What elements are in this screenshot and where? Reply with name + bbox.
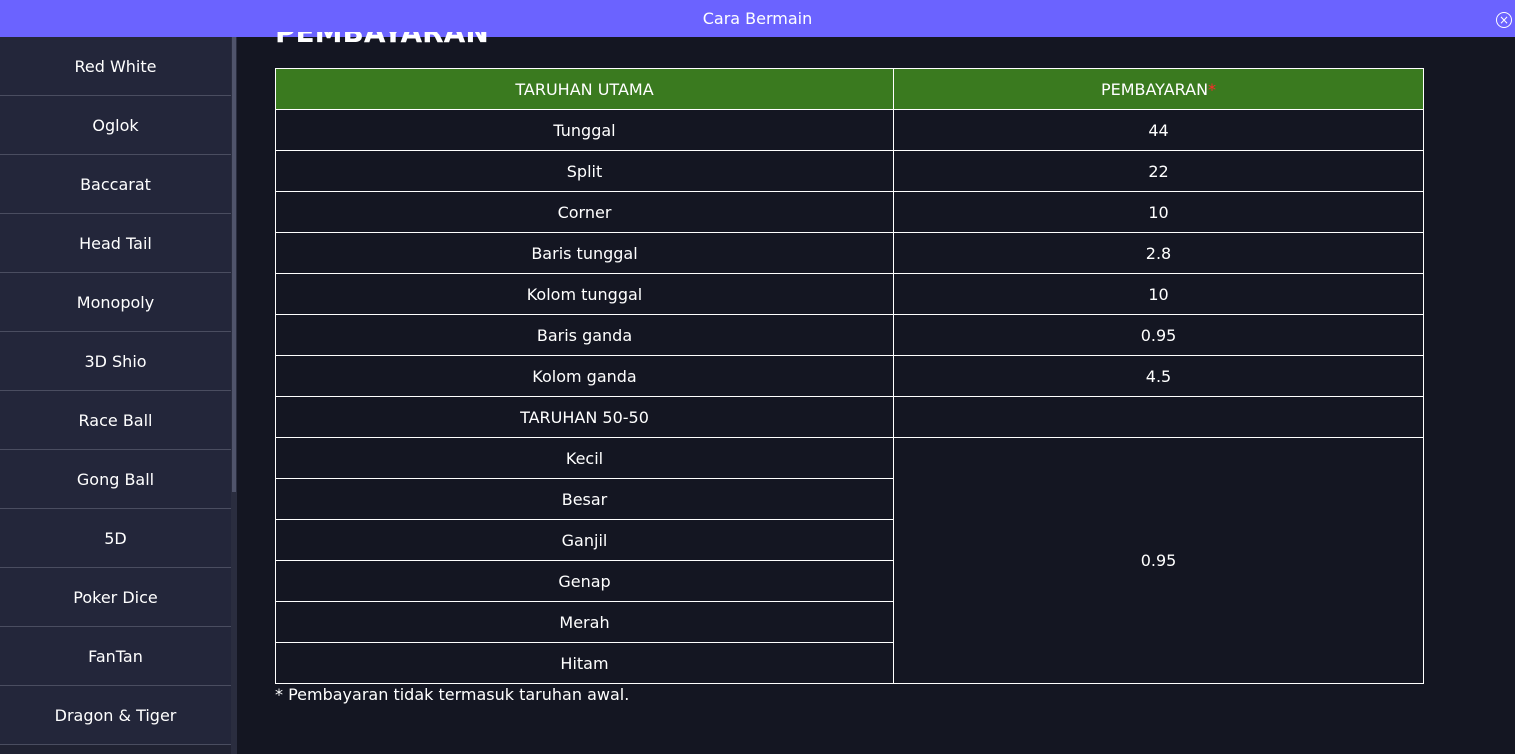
empty-cell	[893, 396, 1424, 438]
table-row: Baris tunggal 2.8	[275, 232, 1424, 274]
bet-cell: Genap	[275, 560, 894, 602]
payout-cell: 22	[893, 150, 1424, 192]
asterisk-mark: *	[1208, 79, 1217, 99]
bet-cell: Split	[275, 150, 894, 192]
modal-title: Cara Bermain	[702, 9, 813, 28]
sidebar-item-fantan[interactable]: FanTan	[0, 627, 231, 686]
sidebar-game-list: Red White Oglok Baccarat Head Tail Monop…	[0, 37, 231, 754]
sidebar-item-gong-ball[interactable]: Gong Ball	[0, 450, 231, 509]
payout-table: TARUHAN UTAMA PEMBAYARAN* Tunggal 44 Spl…	[275, 68, 1424, 684]
sidebar-item-oglok[interactable]: Oglok	[0, 96, 231, 155]
bet-cell: Hitam	[275, 642, 894, 684]
table-row: Baris ganda 0.95	[275, 314, 1424, 356]
bet-cell: Baris tunggal	[275, 232, 894, 274]
close-icon[interactable]: ×	[1496, 12, 1512, 28]
header-payout-label: PEMBAYARAN	[1100, 79, 1209, 99]
subheader-cell: TARUHAN 50-50	[275, 396, 894, 438]
bet-cell: Ganjil	[275, 519, 894, 561]
bet-cell: Tunggal	[275, 109, 894, 151]
table-subheader-row: TARUHAN 50-50	[275, 396, 1424, 438]
bet-cell: Kolom tunggal	[275, 273, 894, 315]
sidebar-item-3d-shio[interactable]: 3D Shio	[0, 332, 231, 391]
modal-title-bar: Cara Bermain ×	[0, 0, 1515, 37]
payout-cell: 2.8	[893, 232, 1424, 274]
group-payout-cell: 0.95	[893, 437, 1424, 684]
table-row: Kolom tunggal 10	[275, 273, 1424, 315]
table-row: Kolom ganda 4.5	[275, 355, 1424, 397]
bet-cell: Merah	[275, 601, 894, 643]
sidebar-item-race-ball[interactable]: Race Ball	[0, 391, 231, 450]
header-main-bet: TARUHAN UTAMA	[275, 68, 894, 110]
bet-cell: Corner	[275, 191, 894, 233]
sidebar-item-poker-dice[interactable]: Poker Dice	[0, 568, 231, 627]
sidebar-scrollbar[interactable]	[231, 37, 237, 754]
payout-cell: 4.5	[893, 355, 1424, 397]
table-row: Kecil 0.95	[275, 437, 1424, 684]
payout-cell: 0.95	[893, 314, 1424, 356]
scrollbar-thumb[interactable]	[232, 37, 236, 492]
bet-cell: Besar	[275, 478, 894, 520]
sidebar-item-dragon-tiger[interactable]: Dragon & Tiger	[0, 686, 231, 745]
sidebar-item-monopoly[interactable]: Monopoly	[0, 273, 231, 332]
bet-cell: Kolom ganda	[275, 355, 894, 397]
sidebar-item-red-white[interactable]: Red White	[0, 37, 231, 96]
table-row: Tunggal 44	[275, 109, 1424, 151]
header-payout: PEMBAYARAN*	[893, 68, 1424, 110]
table-row: Split 22	[275, 150, 1424, 192]
bet-cell: Baris ganda	[275, 314, 894, 356]
payout-cell: 44	[893, 109, 1424, 151]
table-header-row: TARUHAN UTAMA PEMBAYARAN*	[275, 68, 1424, 110]
footnote: * Pembayaran tidak termasuk taruhan awal…	[275, 685, 630, 704]
payout-cell: 10	[893, 273, 1424, 315]
sidebar-item-baccarat[interactable]: Baccarat	[0, 155, 231, 214]
sidebar-item-head-tail[interactable]: Head Tail	[0, 214, 231, 273]
sidebar-item-5d[interactable]: 5D	[0, 509, 231, 568]
table-row: Corner 10	[275, 191, 1424, 233]
payout-cell: 10	[893, 191, 1424, 233]
bet-cell: Kecil	[275, 437, 894, 479]
